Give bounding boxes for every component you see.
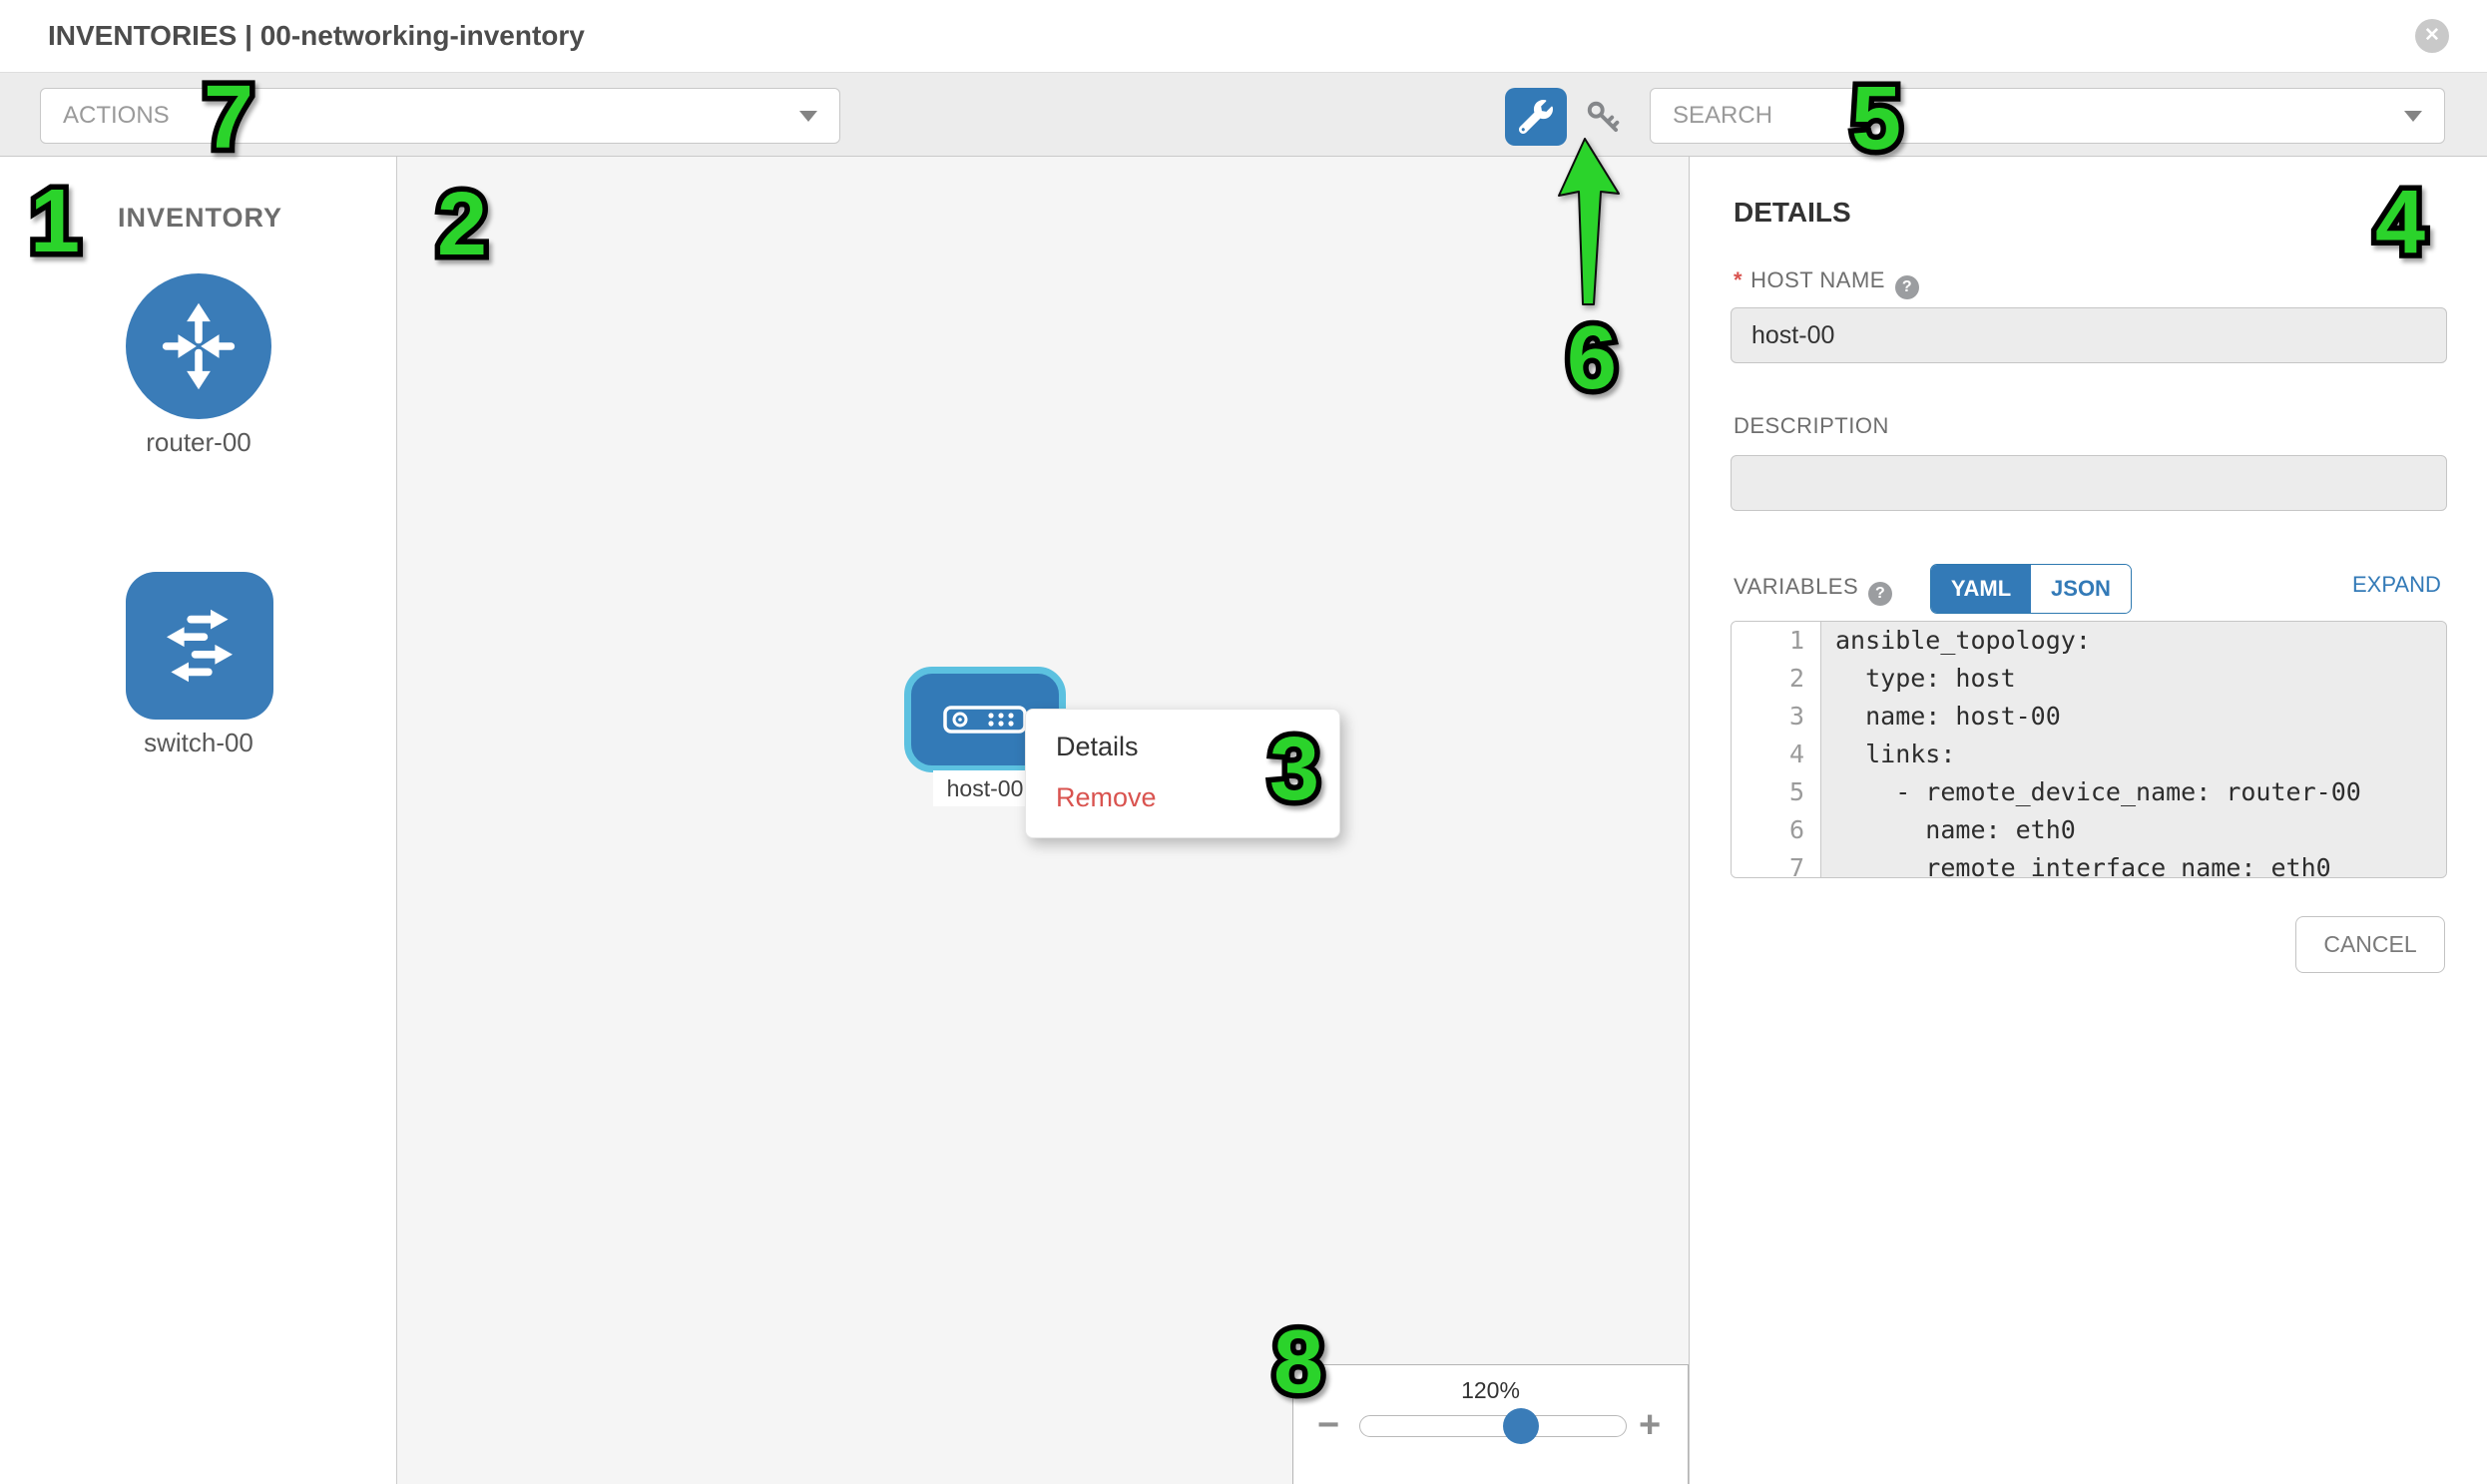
help-icon[interactable]: ? [1895, 275, 1919, 299]
variables-format-toggle: YAML JSON [1930, 564, 2132, 614]
topology-canvas[interactable]: host-00 Details Remove 120% − + [397, 157, 1690, 1484]
wrench-icon [1519, 100, 1553, 134]
page-title: INVENTORIES | 00-networking-inventory [48, 0, 585, 72]
details-panel: DETAILS *HOST NAME? DESCRIPTION VARIABLE… [1690, 157, 2487, 1484]
configure-tool-button[interactable] [1505, 88, 1567, 146]
palette-item-label: switch-00 [49, 728, 348, 758]
search-dropdown[interactable]: SEARCH [1650, 88, 2445, 144]
header: INVENTORIES | 00-networking-inventory ✕ [0, 0, 2487, 72]
variables-label: VARIABLES? [1734, 574, 1892, 606]
actions-dropdown-label: ACTIONS [63, 102, 170, 129]
code-line: 2 type: host [1732, 660, 2446, 698]
zoom-control-panel: 120% − + [1292, 1364, 1689, 1484]
chevron-down-icon [799, 111, 817, 122]
menu-item-details[interactable]: Details [1026, 722, 1339, 772]
switch-icon [145, 591, 254, 701]
details-title: DETAILS [1734, 197, 1851, 229]
host-node-label: host-00 [933, 770, 1037, 806]
zoom-slider[interactable] [1359, 1415, 1627, 1437]
palette-item-router[interactable] [126, 273, 271, 419]
key-icon [1585, 99, 1623, 137]
router-icon [145, 292, 252, 400]
zoom-in-button[interactable]: + [1639, 1403, 1661, 1447]
code-line: 6 name: eth0 [1732, 811, 2446, 849]
host-icon [943, 706, 1027, 734]
cancel-button[interactable]: CANCEL [2295, 916, 2445, 973]
close-icon[interactable]: ✕ [2415, 19, 2449, 53]
required-marker: * [1734, 267, 1742, 292]
palette-item-switch[interactable] [126, 572, 273, 720]
code-line: 4 links: [1732, 736, 2446, 773]
node-context-menu: Details Remove [1025, 709, 1340, 838]
code-line: 5 - remote_device_name: router-00 [1732, 773, 2446, 811]
host-name-input[interactable] [1731, 307, 2447, 363]
tab-yaml[interactable]: YAML [1931, 565, 2031, 613]
chevron-down-icon [2404, 111, 2422, 122]
zoom-out-button[interactable]: − [1317, 1403, 1339, 1447]
code-line: 7 remote_interface_name: eth0 [1732, 849, 2446, 878]
palette-item-label: router-00 [49, 427, 348, 458]
code-line: 3 name: host-00 [1732, 698, 2446, 736]
expand-link[interactable]: EXPAND [2352, 572, 2441, 598]
toolbar: ACTIONS SEARCH [0, 72, 2487, 157]
code-line: 1 ansible_topology: [1732, 622, 2446, 660]
help-icon[interactable]: ? [1868, 582, 1892, 606]
key-credentials-button[interactable] [1585, 99, 1623, 137]
host-name-label: *HOST NAME? [1734, 267, 1919, 299]
search-dropdown-label: SEARCH [1673, 102, 1772, 129]
variables-code-editor[interactable]: 1 ansible_topology: 2 type: host 3 name:… [1731, 621, 2447, 878]
description-label: DESCRIPTION [1734, 413, 1889, 439]
zoom-level-value: 120% [1293, 1377, 1688, 1404]
network-inventory-window: INVENTORIES | 00-networking-inventory ✕ … [0, 0, 2487, 1484]
description-input[interactable] [1731, 455, 2447, 511]
tab-json[interactable]: JSON [2031, 565, 2131, 613]
actions-dropdown[interactable]: ACTIONS [40, 88, 840, 144]
inventory-sidebar: INVENTORY router-00 [0, 157, 397, 1484]
sidebar-heading: INVENTORY [118, 203, 282, 234]
menu-item-remove[interactable]: Remove [1026, 772, 1339, 823]
zoom-slider-thumb[interactable] [1503, 1408, 1539, 1444]
